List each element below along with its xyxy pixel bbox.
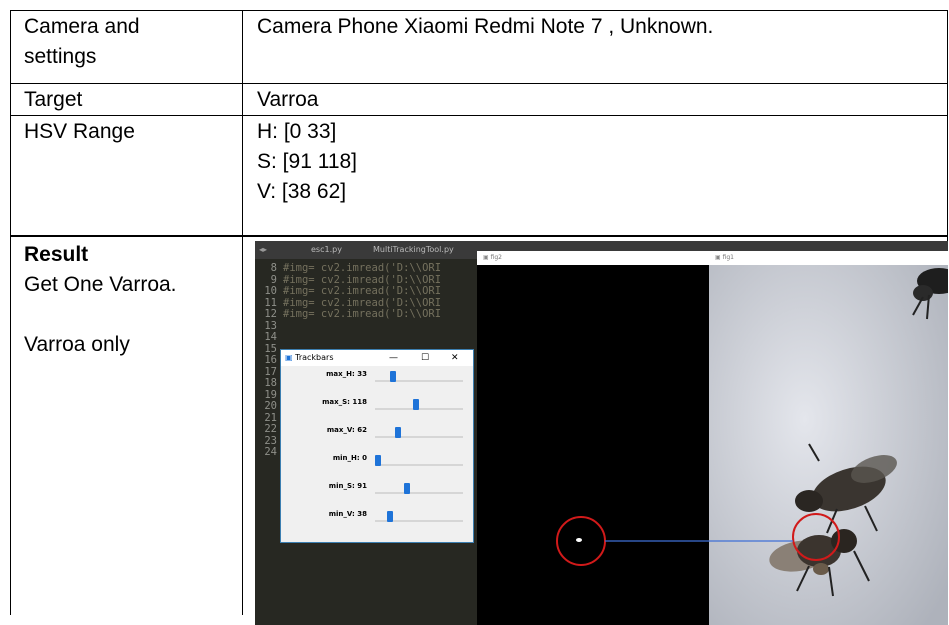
maximize-button[interactable]: ☐ <box>421 350 429 366</box>
result-label: Result Get One Varroa. Varroa only <box>24 240 177 360</box>
table-border-top <box>10 10 948 11</box>
trackbar-label: min_V: 38 <box>328 510 367 518</box>
trackbar-thumb[interactable] <box>394 427 401 438</box>
trackbar-label: min_S: 91 <box>328 482 367 490</box>
code-text: #img= cv2.imread('D:\\ORI <box>283 262 442 274</box>
trackbar-thumb[interactable] <box>390 371 397 382</box>
table-border-left <box>10 10 11 615</box>
target-label: Target <box>24 85 82 115</box>
code-text: #img= cv2.imread('D:\\ORI <box>283 296 442 309</box>
window-icon: ▣ <box>715 254 721 261</box>
photo-window-title: fig1 <box>722 254 734 261</box>
camera-label: Camera and settings <box>24 12 140 72</box>
trackbar-label: max_S: 118 <box>322 398 367 406</box>
label-line: Camera and <box>24 15 140 38</box>
code-line: 13 <box>261 320 441 333</box>
window-icon: ▣ <box>285 353 293 362</box>
trackbar-rail[interactable] <box>375 380 463 382</box>
trackbar-thumb[interactable] <box>375 455 381 466</box>
line-number: 22 <box>264 423 277 435</box>
info-table: Camera and settings Camera Phone Xiaomi … <box>10 10 948 625</box>
trackbar-rail[interactable] <box>375 492 463 494</box>
line-number: 24 <box>264 446 277 458</box>
hsv-label: HSV Range <box>24 117 135 147</box>
camera-value: Camera Phone Xiaomi Redmi Note 7 , Unkno… <box>257 12 713 42</box>
trackbars-title: Trackbars <box>295 353 334 362</box>
hsv-value: H: [0 33] S: [91 118] V: [38 62] <box>257 117 357 207</box>
trackbar-rail[interactable] <box>375 408 463 410</box>
label-line <box>24 300 177 330</box>
value-line: S: [91 118] <box>257 150 358 173</box>
target-value: Varroa <box>257 85 318 115</box>
label-line: Target <box>24 88 83 111</box>
close-button[interactable]: ✕ <box>451 350 459 366</box>
line-number: 18 <box>264 377 277 389</box>
label-line: HSV Range <box>24 120 135 143</box>
label-line: Varroa only <box>24 333 130 356</box>
trackbar-thumb[interactable] <box>387 511 394 522</box>
bee-photo <box>709 251 948 625</box>
line-number: 10 <box>264 285 277 297</box>
line-number: 14 <box>264 331 277 343</box>
line-number: 20 <box>264 400 277 412</box>
code-text: #img= cv2.imread('D:\\ORI <box>283 285 442 297</box>
result-screenshot: 8 #img= cv2.imread('D:\\ORI 9 #img= cv2.imr… <box>255 241 948 625</box>
trackbars-titlebar: ▣ Trackbars — ☐ ✕ <box>281 350 473 366</box>
value-line: H: [0 33] <box>257 120 337 143</box>
tab-nav-icon: ◂▸ <box>259 245 268 254</box>
code-line: 14 <box>261 331 441 344</box>
trackbar-rail[interactable] <box>375 436 463 438</box>
code-text: #img= cv2.imread('D:\\ORI <box>283 308 442 320</box>
trackbar-row: min_H: 0 <box>281 452 473 472</box>
result-heading: Result <box>24 243 89 266</box>
trackbar-row: max_S: 118 <box>281 396 473 416</box>
editor-tab: esc1.py <box>311 245 342 254</box>
code-line: 12 #img= cv2.imread('D:\\ORI <box>261 308 442 321</box>
label-line: settings <box>24 45 97 68</box>
trackbar-row: max_V: 62 <box>281 424 473 444</box>
row-divider <box>10 115 948 116</box>
trackbar-label: max_V: 62 <box>326 426 367 434</box>
trackbar-rail[interactable] <box>375 464 463 466</box>
value-line: V: [38 62] <box>257 180 347 203</box>
trackbar-thumb[interactable] <box>412 399 419 410</box>
row-divider <box>10 235 948 237</box>
trackbar-thumb[interactable] <box>404 483 411 494</box>
trackbar-label: min_H: 0 <box>332 454 367 462</box>
varroa-blob <box>576 538 582 542</box>
editor-tab: MultiTrackingTool.py <box>373 245 454 254</box>
line-number: 8 <box>270 262 277 274</box>
trackbar-row: max_H: 33 <box>281 368 473 388</box>
minimize-button[interactable]: — <box>389 350 398 366</box>
value-line: Varroa <box>257 88 319 111</box>
trackbar-row: min_S: 91 <box>281 480 473 500</box>
photo-window-titlebar: ▣ fig1 <box>709 251 948 265</box>
photo-window: ▣ fig1 <box>709 251 948 625</box>
trackbar-row: min_V: 38 <box>281 508 473 528</box>
column-divider <box>242 10 243 615</box>
label-line: Get One Varroa. <box>24 273 177 296</box>
value-line: Camera Phone Xiaomi Redmi Note 7 , Unkno… <box>257 15 714 38</box>
row-divider <box>10 83 948 84</box>
mask-window: ▣ fig2 <box>477 251 709 625</box>
trackbar-label: max_H: 33 <box>326 370 367 378</box>
line-number: 12 <box>264 308 277 320</box>
mask-canvas <box>556 516 709 566</box>
code-text: #img= cv2.imread('D:\\ORI <box>283 273 442 286</box>
line-number: 16 <box>264 354 277 366</box>
trackbars-window: ▣ Trackbars — ☐ ✕ max_H: 33 max_S: 118 max… <box>280 349 474 543</box>
